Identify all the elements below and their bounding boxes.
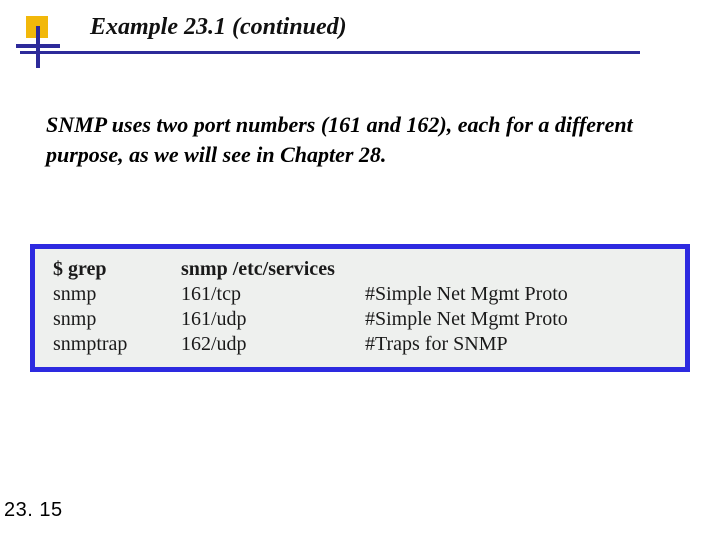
corner-decoration bbox=[8, 16, 64, 72]
service-port: 161/udp bbox=[177, 307, 361, 332]
terminal-table: $ grep snmp /etc/services snmp 161/tcp #… bbox=[49, 257, 671, 357]
terminal-row: snmp 161/udp #Simple Net Mgmt Proto bbox=[49, 307, 671, 332]
terminal-header-row: $ grep snmp /etc/services bbox=[49, 257, 671, 282]
corner-horizontal-bar-icon bbox=[16, 44, 60, 48]
terminal-argument: snmp /etc/services bbox=[177, 257, 361, 282]
title-underline bbox=[20, 51, 640, 54]
terminal-row: snmp 161/tcp #Simple Net Mgmt Proto bbox=[49, 282, 671, 307]
service-name: snmptrap bbox=[49, 332, 177, 357]
service-comment: #Traps for SNMP bbox=[361, 332, 671, 357]
service-port: 162/udp bbox=[177, 332, 361, 357]
slide-title: Example 23.1 (continued) bbox=[90, 14, 700, 41]
terminal-output-box: $ grep snmp /etc/services snmp 161/tcp #… bbox=[30, 244, 690, 372]
service-port: 161/tcp bbox=[177, 282, 361, 307]
terminal-row: snmptrap 162/udp #Traps for SNMP bbox=[49, 332, 671, 357]
service-comment: #Simple Net Mgmt Proto bbox=[361, 282, 671, 307]
body-paragraph: SNMP uses two port numbers (161 and 162)… bbox=[46, 110, 682, 169]
terminal-header-comment bbox=[361, 257, 671, 282]
service-comment: #Simple Net Mgmt Proto bbox=[361, 307, 671, 332]
service-name: snmp bbox=[49, 307, 177, 332]
service-name: snmp bbox=[49, 282, 177, 307]
terminal-command: $ grep bbox=[49, 257, 177, 282]
title-block: Example 23.1 (continued) bbox=[90, 14, 700, 54]
page-number: 23. 15 bbox=[4, 499, 63, 522]
